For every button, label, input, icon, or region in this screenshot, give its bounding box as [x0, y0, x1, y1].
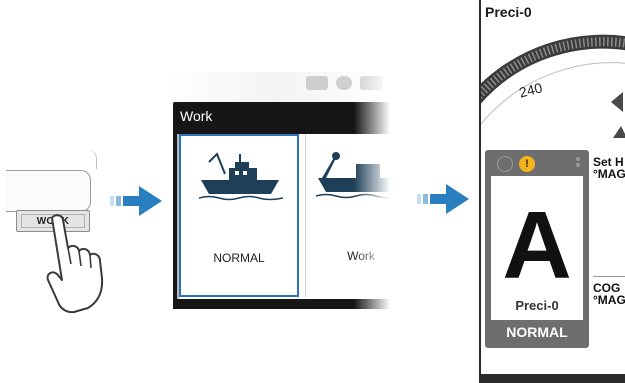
edge-fade: [354, 72, 390, 310]
mode-display: A Preci-0: [491, 176, 583, 320]
set-heading-readout: Set H °MAG: [593, 156, 625, 180]
steering-wheel-icon: [497, 156, 513, 172]
cog-readout: COG °MAG: [593, 282, 625, 306]
motor-boat-icon: [199, 152, 283, 201]
keypad-illustration: WORK: [0, 149, 120, 314]
dialog-title: Work: [180, 108, 213, 124]
autopilot-status-card[interactable]: ! A Preci-0 NORMAL: [485, 150, 589, 348]
alert-icon: !: [519, 156, 535, 172]
cog-unit: °MAG: [593, 293, 625, 307]
arrow-right-icon: [110, 186, 162, 216]
pointing-hand-icon: [46, 214, 104, 314]
menu-dots-icon[interactable]: [575, 156, 581, 172]
mode-tile-normal[interactable]: NORMAL: [179, 134, 299, 297]
mode-selection-screen: Work NORMAL Work 01: [166, 72, 390, 310]
mode-label-normal: NORMAL: [213, 251, 265, 265]
compass-rose: [481, 34, 625, 138]
autopilot-mode-letter: A: [502, 192, 572, 299]
keypad-housing: [6, 149, 97, 212]
autopilot-profile-name: Preci-0: [515, 298, 559, 313]
autopilot-mode-name: NORMAL: [506, 324, 568, 340]
bottom-bar: [481, 374, 625, 383]
divider: [593, 276, 625, 277]
autopilot-screen: Preci-0 240 ! A Preci-0 NORMAL Set H °MA…: [479, 0, 625, 383]
set-heading-unit: °MAG: [593, 167, 625, 181]
arrow-right-icon: [417, 184, 469, 214]
